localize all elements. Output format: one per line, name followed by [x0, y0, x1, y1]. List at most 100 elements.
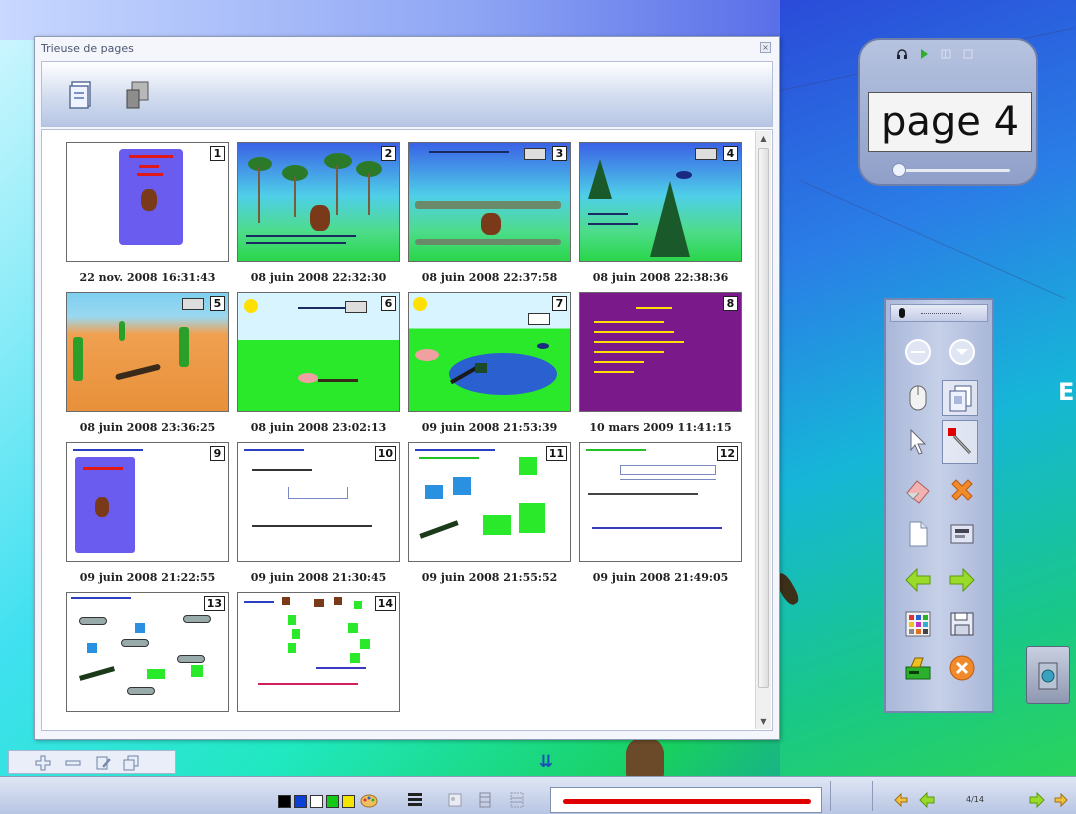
page-indicator-text: page 4	[880, 99, 1020, 145]
save-button[interactable]	[944, 606, 980, 642]
copy-page-icon[interactable]	[123, 755, 139, 771]
gallery-button[interactable]	[900, 606, 936, 642]
color-swatch-black[interactable]	[278, 795, 291, 808]
next-page-icon[interactable]	[1028, 791, 1046, 809]
floppy-disk-icon	[950, 612, 974, 636]
pen-tool-button[interactable]	[942, 420, 978, 464]
page-thumbnail[interactable]: 9 09 juin 2008 21:22:55	[66, 442, 229, 584]
new-page-icon[interactable]	[68, 80, 96, 110]
page-number-badge: 14	[374, 596, 396, 611]
stop-icon[interactable]	[962, 48, 974, 60]
page-date: 09 juin 2008 21:53:39	[421, 421, 558, 434]
page-date: 09 juin 2008 21:22:55	[79, 571, 216, 584]
sorter-toolbar	[41, 61, 773, 127]
clear-button[interactable]	[944, 472, 980, 508]
pause-icon[interactable]	[940, 48, 952, 60]
palette-grip-icon	[899, 308, 905, 318]
page-number-badge: 8	[723, 296, 738, 311]
sorter-title-bar[interactable]: Trieuse de pages	[35, 37, 779, 59]
blank-page-icon	[909, 521, 928, 547]
stroke-preview-line	[563, 799, 811, 804]
page-thumbnail[interactable]: 13	[66, 592, 229, 721]
arrow-left-icon	[905, 567, 931, 593]
stroke-preview	[550, 787, 822, 813]
grid-style-icon[interactable]	[508, 791, 526, 809]
scrollbar-thumb[interactable]	[758, 148, 769, 688]
double-down-arrow-icon[interactable]: ⇊	[536, 752, 556, 772]
last-page-icon[interactable]	[1052, 791, 1070, 809]
add-icon[interactable]	[35, 755, 51, 771]
folder-icon	[950, 524, 974, 544]
color-swatch-blue[interactable]	[294, 795, 307, 808]
new-page-button[interactable]	[900, 516, 936, 552]
page-thumbnail[interactable]: 3 08 juin 2008 22:37:58	[408, 142, 571, 284]
play-icon[interactable]	[918, 48, 930, 60]
page-date: 09 juin 2008 21:30:45	[250, 571, 387, 584]
gallery-grid-icon	[905, 611, 931, 637]
print-button[interactable]	[900, 650, 936, 686]
quit-button[interactable]	[944, 650, 980, 686]
scroll-up-arrow-icon[interactable]: ▲	[756, 131, 771, 146]
eraser-button[interactable]	[900, 472, 936, 508]
line-style-icon[interactable]	[476, 791, 494, 809]
eraser-icon	[906, 480, 930, 504]
menu-button[interactable]	[944, 334, 980, 370]
page-date: 08 juin 2008 22:32:30	[250, 271, 387, 284]
first-page-icon[interactable]	[892, 791, 910, 809]
pages-icon	[949, 385, 972, 412]
page-thumbnail[interactable]: 4 08 juin 2008 22:38:36	[579, 142, 742, 284]
page-thumbnail[interactable]: 12 09 juin 2008 21:49:05	[579, 442, 742, 584]
color-swatch-white[interactable]	[310, 795, 323, 808]
page-thumbnail[interactable]: 14	[237, 592, 400, 721]
page-date: 09 juin 2008 21:49:05	[592, 571, 729, 584]
desktop-top-band	[0, 0, 780, 40]
palette-header[interactable]	[890, 304, 988, 322]
page-date: 08 juin 2008 23:02:13	[250, 421, 387, 434]
page-thumbnail[interactable]: 5 08 juin 2008 23:36:25	[66, 292, 229, 434]
bottom-taskbar: 4/14	[0, 776, 1076, 814]
page-thumbnail[interactable]: 6 08 juin 2008 23:02:13	[237, 292, 400, 434]
line-width-icon[interactable]	[406, 791, 424, 809]
page-number-badge: 5	[210, 296, 225, 311]
page-sorter-button[interactable]	[942, 380, 978, 416]
previous-page-icon[interactable]	[918, 791, 936, 809]
page-number-badge: 12	[716, 446, 738, 461]
mouse-mode-button[interactable]	[900, 380, 936, 416]
tool-palette	[884, 298, 994, 713]
select-tool-button[interactable]	[900, 424, 936, 460]
pen-icon	[948, 428, 972, 455]
page-indicator-display: page 4	[868, 92, 1032, 152]
sorter-bottom-toolbar	[8, 750, 176, 774]
resources-button[interactable]	[944, 516, 980, 552]
headphones-icon[interactable]	[896, 48, 908, 60]
page-thumbnail[interactable]: 10 09 juin 2008 21:30:45	[237, 442, 400, 584]
trash-button[interactable]	[1026, 646, 1070, 704]
remove-icon[interactable]	[65, 755, 81, 771]
page-number-badge: 4	[723, 146, 738, 161]
scroll-down-arrow-icon[interactable]: ▼	[756, 714, 771, 729]
color-palette-icon[interactable]	[360, 791, 378, 809]
volume-slider-knob[interactable]	[892, 163, 906, 177]
page-date: 08 juin 2008 23:36:25	[79, 421, 216, 434]
brush-style-icon[interactable]	[446, 791, 464, 809]
page-thumbnail[interactable]: 2 08 juin 2008 22:32:30	[237, 142, 400, 284]
sorter-close-button[interactable]: ×	[760, 42, 771, 53]
page-thumbnail[interactable]: 7 09 juin 2008 21:53:39	[408, 292, 571, 434]
edit-page-icon[interactable]	[95, 755, 111, 771]
page-number-badge: 7	[552, 296, 567, 311]
vertical-scrollbar[interactable]: ▲ ▼	[755, 131, 771, 729]
color-swatch-yellow[interactable]	[342, 795, 355, 808]
page-thumbnail[interactable]: 1 22 nov. 2008 16:31:43	[66, 142, 229, 284]
next-page-button[interactable]	[944, 562, 980, 598]
page-number-badge: 6	[381, 296, 396, 311]
previous-page-button[interactable]	[900, 562, 936, 598]
collapse-button[interactable]	[900, 334, 936, 370]
page-date: 10 mars 2009 11:41:15	[589, 421, 732, 434]
page-thumbnail[interactable]: 11 09 juin 2008 21:55:52	[408, 442, 571, 584]
edge-glyph: E	[1058, 378, 1075, 406]
color-swatch-green[interactable]	[326, 795, 339, 808]
page-number-badge: 11	[545, 446, 567, 461]
page-thumbnail[interactable]: 8 10 mars 2009 11:41:15	[579, 292, 742, 434]
duplicate-page-icon[interactable]	[124, 80, 152, 110]
volume-slider-track[interactable]	[900, 169, 1010, 172]
